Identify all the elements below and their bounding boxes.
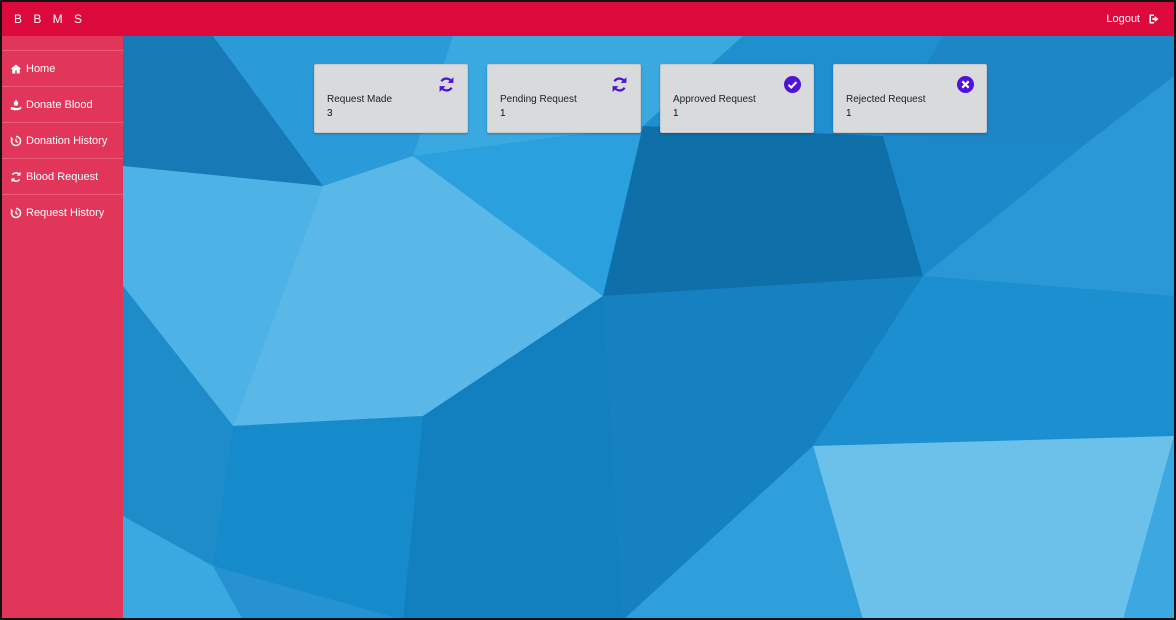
sidebar-item-label: Donation History bbox=[26, 134, 108, 147]
stat-card-approved-request[interactable]: Approved Request 1 bbox=[660, 64, 814, 133]
card-value: 1 bbox=[846, 108, 852, 119]
card-label: Rejected Request bbox=[846, 94, 926, 105]
sidebar-item-label: Home bbox=[26, 62, 56, 75]
card-value: 1 bbox=[500, 108, 506, 119]
sync-icon bbox=[439, 77, 454, 92]
sync-icon bbox=[11, 171, 21, 182]
sidebar-item-blood-request[interactable]: Blood Request bbox=[2, 158, 123, 194]
history-icon bbox=[10, 135, 22, 146]
sidebar-item-home[interactable]: Home bbox=[2, 50, 123, 86]
card-value: 1 bbox=[673, 108, 679, 119]
sync-icon bbox=[612, 77, 627, 92]
stat-card-request-made[interactable]: Request Made 3 bbox=[314, 64, 468, 133]
sidebar-item-label: Blood Request bbox=[26, 170, 99, 183]
top-navbar: B B M S Logout bbox=[2, 2, 1174, 36]
sidebar-item-label: Donate Blood bbox=[26, 98, 93, 111]
card-label: Pending Request bbox=[500, 94, 577, 105]
app-window: B B M S Logout Home Donate Blood Donatio… bbox=[0, 0, 1176, 620]
card-value: 3 bbox=[327, 108, 333, 119]
brand-logo-text[interactable]: B B M S bbox=[14, 12, 86, 26]
sign-out-icon bbox=[1149, 14, 1159, 24]
sidebar-item-request-history[interactable]: Request History bbox=[2, 194, 123, 230]
card-label: Request Made bbox=[327, 94, 393, 105]
sidebar: Home Donate Blood Donation History Blood… bbox=[2, 36, 123, 618]
donate-icon bbox=[10, 99, 22, 110]
sidebar-item-label: Request History bbox=[26, 206, 105, 219]
logout-label: Logout bbox=[1106, 13, 1140, 25]
low-poly-background bbox=[123, 36, 1174, 618]
logout-link[interactable]: Logout bbox=[1106, 13, 1160, 25]
history-icon bbox=[10, 207, 22, 218]
stat-card-pending-request[interactable]: Pending Request 1 bbox=[487, 64, 641, 133]
sidebar-item-donation-history[interactable]: Donation History bbox=[2, 122, 123, 158]
check-circle-icon bbox=[784, 76, 801, 93]
home-icon bbox=[10, 64, 22, 73]
x-circle-icon bbox=[957, 76, 974, 93]
sidebar-item-donate-blood[interactable]: Donate Blood bbox=[2, 86, 123, 122]
card-label: Approved Request bbox=[673, 94, 756, 105]
dashboard-main: Request Made 3 Pending Request 1 Approve… bbox=[123, 36, 1174, 618]
stat-card-rejected-request[interactable]: Rejected Request 1 bbox=[833, 64, 987, 133]
